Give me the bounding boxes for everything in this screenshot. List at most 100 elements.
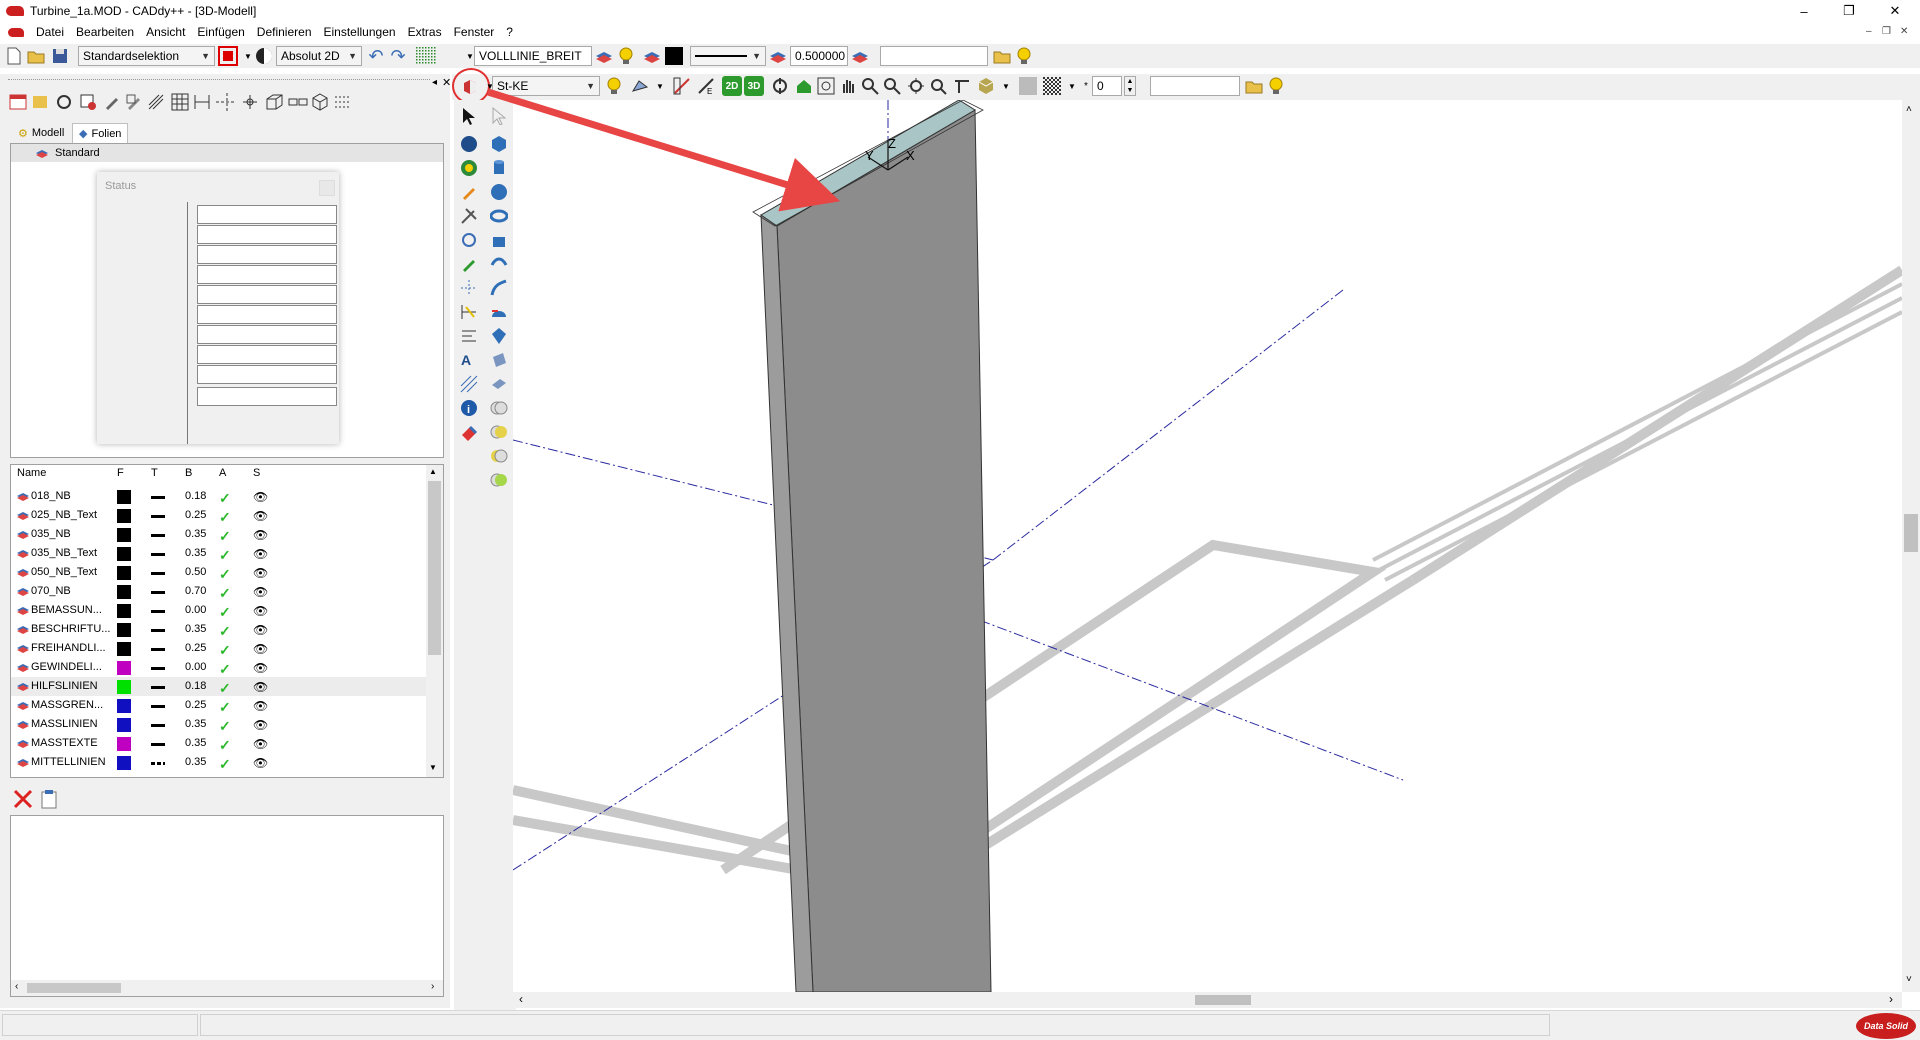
panel-pin-icon[interactable]: ◂ — [432, 77, 437, 88]
rotate-icon[interactable] — [458, 230, 480, 250]
scroll-up-icon[interactable]: ▲ — [429, 467, 437, 476]
clipboard-icon[interactable] — [40, 788, 58, 813]
layer-color-swatch[interactable] — [117, 585, 131, 599]
transform-icon[interactable] — [630, 76, 650, 96]
hatch-icon[interactable] — [170, 92, 190, 112]
lightbulb-icon[interactable] — [1014, 46, 1034, 66]
3d-viewport[interactable]: Y Z X — [513, 100, 1902, 992]
box-solid-icon[interactable] — [488, 134, 510, 154]
zoom-window-icon[interactable] — [816, 76, 836, 96]
boolean-intersect-icon[interactable] — [488, 446, 510, 466]
cylinder-icon[interactable] — [488, 158, 510, 178]
layer-row[interactable]: BEMASSUN... 0.00 ✓ 👁 — [11, 601, 426, 620]
crosshair-icon[interactable] — [216, 92, 236, 112]
layer-row[interactable]: 035_NB 0.35 ✓ 👁 — [11, 525, 426, 544]
chevron-down-icon[interactable]: ▼ — [650, 76, 670, 96]
link-icon[interactable] — [288, 92, 308, 112]
hatch-icon[interactable] — [458, 374, 480, 394]
layer-linetype-solid[interactable] — [151, 515, 165, 518]
document-icon[interactable] — [8, 27, 24, 37]
sweep-icon[interactable] — [488, 278, 510, 298]
draw-line-icon[interactable] — [672, 76, 692, 96]
menu-help[interactable]: ? — [500, 25, 519, 39]
zoom-previous-icon[interactable] — [928, 76, 948, 96]
open-folder-icon[interactable] — [26, 46, 46, 66]
lightbulb-icon[interactable] — [1266, 76, 1286, 96]
pencil-icon[interactable] — [102, 92, 122, 112]
checkmark-icon[interactable]: ✓ — [219, 566, 231, 583]
select-frame-icon[interactable] — [218, 46, 238, 66]
text-icon[interactable]: A — [458, 350, 480, 370]
layer-color-swatch[interactable] — [117, 661, 131, 675]
layer-color-swatch[interactable] — [117, 623, 131, 637]
layer-color-swatch[interactable] — [117, 737, 131, 751]
layer-row[interactable]: MITTELLINIEN 0.35 ✓ 👁 — [11, 753, 426, 772]
layer-linetype-solid[interactable] — [151, 629, 165, 632]
eye-icon[interactable]: 👁 — [253, 490, 268, 504]
layer-row[interactable]: 035_NB_Text 0.35 ✓ 👁 — [11, 544, 426, 563]
scroll-thumb[interactable] — [1904, 514, 1918, 552]
eye-icon[interactable]: 👁 — [253, 547, 268, 561]
layer-icon[interactable] — [850, 46, 870, 66]
menu-extras[interactable]: Extras — [402, 25, 448, 39]
layer-icon[interactable] — [594, 46, 614, 66]
edit-icon[interactable] — [124, 92, 144, 112]
menu-bearbeiten[interactable]: Bearbeiten — [70, 25, 140, 39]
scroll-down-icon[interactable]: ˅ — [1906, 974, 1912, 985]
eye-icon[interactable]: 👁 — [253, 680, 268, 694]
eye-icon[interactable]: 👁 — [253, 585, 268, 599]
eye-icon[interactable]: 👁 — [253, 718, 268, 732]
eye-icon[interactable]: 👁 — [253, 642, 268, 656]
layer-linetype-solid[interactable] — [151, 496, 165, 499]
layer-row[interactable]: HILFSLINIEN 0.18 ✓ 👁 — [11, 677, 426, 696]
folder-layer-icon[interactable] — [1244, 76, 1264, 96]
menu-einstellungen[interactable]: Einstellungen — [318, 25, 402, 39]
line-style-field[interactable]: VOLLLINIE_BREIT — [474, 46, 592, 66]
boolean-subtract-icon[interactable] — [488, 422, 510, 442]
selection-mode-select[interactable]: Standardselektion ▼ — [78, 46, 215, 66]
layer-linetype-dashdot[interactable] — [151, 762, 165, 765]
menu-fenster[interactable]: Fenster — [448, 25, 501, 39]
column-active[interactable]: A — [219, 467, 226, 479]
extrude-icon[interactable] — [488, 254, 510, 274]
save-icon[interactable] — [50, 46, 70, 66]
tools-icon[interactable] — [458, 206, 480, 226]
eye-icon[interactable]: 👁 — [253, 509, 268, 523]
checkmark-icon[interactable]: ✓ — [219, 509, 231, 526]
close-button[interactable]: ✕ — [1872, 0, 1918, 22]
status-dialog-close-button[interactable] — [319, 180, 335, 196]
layer-row[interactable]: GEWINDELI... 0.00 ✓ 👁 — [11, 658, 426, 677]
checkmark-icon[interactable]: ✓ — [219, 604, 231, 621]
explorer-icon[interactable] — [30, 92, 50, 112]
material-select[interactable]: St-KE ▼ — [492, 76, 600, 96]
eye-icon[interactable]: 👁 — [253, 528, 268, 542]
pan-hand-icon[interactable] — [838, 76, 858, 96]
coordinate-mode-select[interactable]: Absolut 2D ▼ — [276, 46, 362, 66]
torus-icon[interactable] — [488, 206, 510, 226]
cone-icon[interactable] — [488, 230, 510, 250]
checkmark-icon[interactable]: ✓ — [219, 547, 231, 564]
view-3d-button[interactable]: 3D — [744, 76, 764, 96]
layer-linetype-solid[interactable] — [151, 648, 165, 651]
restore-button[interactable]: ❐ — [1826, 0, 1872, 22]
edge-icon[interactable]: E — [696, 76, 716, 96]
number-field[interactable]: 0 — [1092, 76, 1122, 96]
house-view-icon[interactable] — [794, 76, 814, 96]
mdi-close-button[interactable]: ✕ — [1900, 26, 1908, 37]
eye-icon[interactable]: 👁 — [253, 604, 268, 618]
checkmark-icon[interactable]: ✓ — [219, 718, 231, 735]
scroll-thumb[interactable] — [27, 983, 121, 993]
new-file-icon[interactable] — [4, 46, 24, 66]
scroll-thumb[interactable] — [1195, 995, 1251, 1005]
layer-color-swatch[interactable] — [117, 756, 131, 770]
rotate-view-icon[interactable] — [770, 76, 790, 96]
checkmark-icon[interactable]: ✓ — [219, 642, 231, 659]
line-width-field[interactable]: 0.500000 — [790, 46, 848, 66]
redo-icon[interactable]: ↷ — [388, 46, 408, 66]
layer-color-swatch[interactable] — [117, 680, 131, 694]
layer-color-swatch[interactable] — [117, 547, 131, 561]
layer-color-swatch[interactable] — [117, 699, 131, 713]
layer-row[interactable]: FREIHANDLI... 0.25 ✓ 👁 — [11, 639, 426, 658]
section-icon[interactable] — [952, 76, 972, 96]
layer-color-swatch[interactable] — [117, 528, 131, 542]
